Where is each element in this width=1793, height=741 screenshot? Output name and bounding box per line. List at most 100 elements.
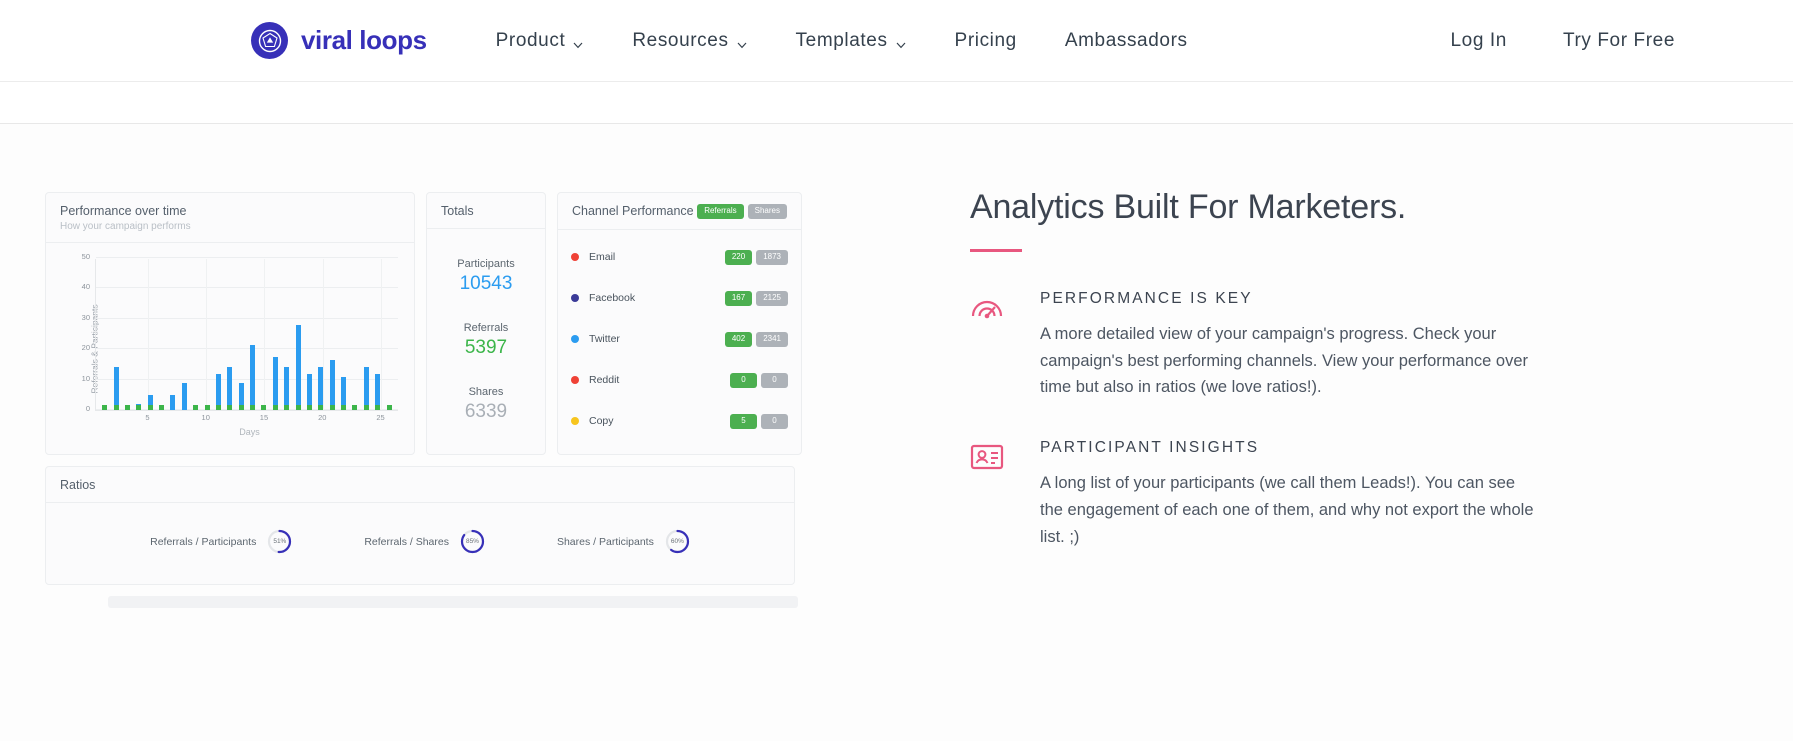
channel-shares-badge: 1873 (756, 249, 788, 265)
chart-bar-segment-referrals (215, 405, 221, 410)
dashboard-shadow-strip (107, 596, 798, 608)
chart-bar-segment-participants (306, 373, 312, 406)
toggle-referrals[interactable]: Referrals (697, 204, 744, 219)
chevron-down-icon (736, 35, 748, 48)
nav-item-pricing[interactable]: Pricing (931, 30, 1041, 52)
chart-bar-segment-participants (375, 373, 381, 406)
chart-bar (352, 405, 358, 410)
chart-bar-segment-participants (215, 373, 221, 406)
chart-bar (193, 405, 199, 410)
ratio-item-label: Referrals / Shares (364, 535, 449, 548)
chart-bar (261, 405, 267, 410)
nav-item-ambassadors[interactable]: Ambassadors (1041, 30, 1212, 52)
nav-item-templates[interactable]: Templates (772, 30, 931, 52)
contact-card-icon (970, 439, 1010, 550)
total-item: Referrals 5397 (464, 322, 509, 359)
chart-bar (295, 324, 301, 410)
toggle-shares[interactable]: Shares (747, 204, 787, 219)
page-title: Analytics Built For Marketers. (970, 188, 1407, 226)
chart-x-axis-label: Days (239, 427, 260, 437)
nav-item-ambassadors-label: Ambassadors (1064, 29, 1188, 51)
channel-performance-card: Channel Performance Referrals Shares Ema… (557, 192, 802, 455)
channel-row: Facebook 167 2125 (571, 278, 788, 319)
channel-name-label: Email (589, 251, 616, 264)
channel-values: 402 2341 (724, 331, 788, 347)
chart-bar-segment-referrals (124, 405, 130, 410)
title-underline-rule (970, 249, 1022, 252)
chart-bar (306, 373, 312, 410)
chart-bar-segment-referrals (318, 405, 324, 410)
channel-referrals-badge: 402 (724, 331, 753, 347)
brand-logo[interactable]: viral loops (251, 22, 427, 59)
chart-bar-segment-referrals (375, 405, 381, 410)
chart-bar-segment-referrals (136, 405, 142, 410)
nav-item-product[interactable]: Product (472, 30, 609, 52)
total-item-value: 5397 (464, 336, 508, 358)
channel-color-dot-icon (571, 417, 579, 426)
chevron-down-icon (572, 35, 584, 48)
chart-bar (375, 373, 381, 410)
ratio-item: Referrals / Shares 85% (364, 529, 485, 554)
chart-bar-segment-referrals (272, 405, 278, 410)
channel-color-dot-icon (571, 335, 579, 344)
ratio-item-label: Referrals / Participants (150, 535, 257, 548)
chart-bar-segment-referrals (329, 405, 335, 410)
dashboard-preview: Performance over time How your campaign … (0, 124, 860, 741)
chart-bar-segment-participants (170, 394, 176, 410)
gauge-icon (970, 290, 1010, 401)
ratio-percent-label: 51% (273, 538, 287, 545)
chart-bar-segment-referrals (147, 405, 153, 410)
chart-bar (227, 367, 233, 410)
ratios-card: Ratios Referrals / Participants 51% Referr… (45, 466, 795, 585)
chart-bar (113, 367, 119, 410)
try-for-free-label: Try For Free (1562, 29, 1675, 51)
total-item-label: Participants (457, 258, 515, 271)
chart-bar (341, 376, 347, 410)
channel-rows: Email 220 1873 Facebook 167 2125 Twitter 402 234… (558, 230, 801, 451)
total-item-label: Referrals (463, 321, 509, 334)
channel-shares-badge: 2125 (756, 290, 788, 306)
channel-values: 50 (730, 413, 788, 429)
chart-bars (96, 259, 398, 410)
nav-item-resources[interactable]: Resources (608, 30, 771, 52)
chart-bar-segment-referrals (159, 405, 165, 410)
chart-bar-segment-participants (329, 359, 335, 406)
chart-y-tick-label: 10 (81, 373, 90, 383)
channel-name-label: Facebook (589, 292, 636, 305)
nav-item-product-label: Product (495, 29, 566, 51)
chart-bar (363, 367, 369, 410)
chart-plot-area: 0 10 20 30 40 50 (82, 252, 398, 413)
ratio-item-label: Shares / Participants (556, 535, 654, 548)
feature-participants-body: A long list of your participants (we cal… (1040, 474, 1534, 546)
chart-bar-segment-participants (147, 394, 153, 406)
primary-nav-links: Product Resources Templates Pricing Amba… (472, 30, 1212, 52)
try-for-free-button[interactable]: Try For Free (1535, 30, 1703, 52)
channel-color-dot-icon (571, 376, 579, 385)
total-item: Participants 10543 (457, 258, 514, 295)
channel-values: 167 2125 (724, 290, 788, 306)
channel-referrals-badge: 0 (730, 372, 757, 388)
secondary-nav-links: Log In Try For Free (1423, 30, 1704, 52)
ratios-list: Referrals / Participants 51% Referrals / S… (46, 503, 794, 584)
channel-name: Reddit (571, 374, 619, 386)
chart-bar-segment-referrals (227, 405, 233, 410)
chart-y-tick-label: 40 (81, 282, 90, 292)
ratios-card-title: Ratios (60, 478, 96, 492)
channel-column-toggles: Referrals Shares (697, 204, 787, 219)
chart-bar (170, 394, 176, 410)
total-item-value: 6339 (464, 400, 508, 422)
chart-bar-segment-referrals (250, 405, 256, 410)
performance-over-time-card: Performance over time How your campaign … (45, 192, 415, 455)
page-body: Performance over time How your campaign … (0, 124, 1793, 741)
ratio-progress-ring: 60% (665, 529, 690, 554)
chart-y-tick-label: 30 (81, 312, 90, 322)
chart-bar (124, 405, 130, 410)
log-in-link[interactable]: Log In (1423, 30, 1535, 52)
chart-bar-segment-participants (284, 367, 290, 406)
chart-gridline: 50 (82, 252, 398, 261)
total-item-value: 10543 (459, 273, 513, 295)
channel-shares-badge: 0 (761, 372, 788, 388)
chart-y-tick-label: 50 (81, 252, 90, 261)
chart-x-tick-label: 15 (259, 413, 269, 422)
chart-bar (329, 359, 335, 410)
